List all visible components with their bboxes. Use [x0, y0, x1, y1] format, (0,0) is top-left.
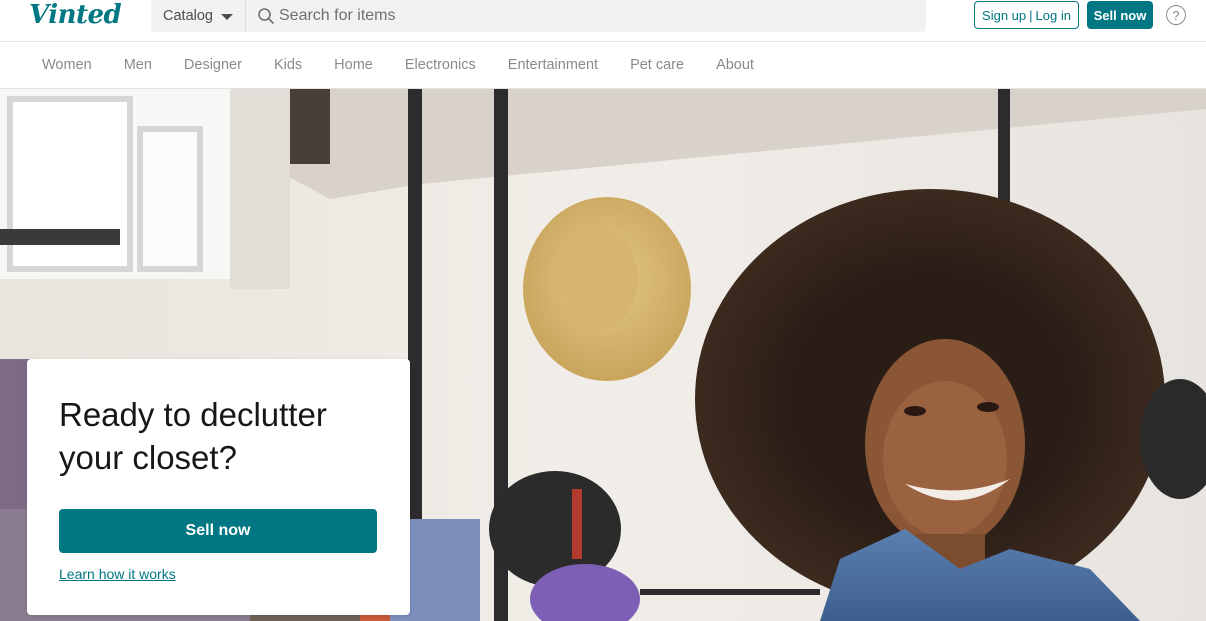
category-nav: Women Men Designer Kids Home Electronics… — [0, 42, 1206, 89]
category-men[interactable]: Men — [108, 57, 168, 73]
category-about[interactable]: About — [700, 57, 770, 73]
category-electronics[interactable]: Electronics — [389, 57, 492, 73]
category-women[interactable]: Women — [26, 57, 108, 73]
signup-label[interactable]: Sign up — [982, 8, 1026, 23]
vinted-logo[interactable]: Vinted — [29, 0, 122, 32]
learn-how-link[interactable]: Learn how it works — [59, 566, 176, 582]
caret-down-icon — [220, 14, 233, 20]
signup-login-button[interactable]: Sign up | Log in — [974, 1, 1079, 29]
category-pet-care[interactable]: Pet care — [614, 57, 700, 73]
search-bar: Catalog — [151, 0, 926, 32]
category-designer[interactable]: Designer — [168, 57, 258, 73]
auth-separator: | — [1029, 7, 1033, 23]
top-header: Vinted Catalog Sign up | Log in Sell now… — [0, 0, 1206, 42]
category-home[interactable]: Home — [318, 57, 389, 73]
category-entertainment[interactable]: Entertainment — [492, 57, 614, 73]
login-label[interactable]: Log in — [1036, 8, 1071, 23]
category-kids[interactable]: Kids — [258, 57, 318, 73]
hero-title: Ready to declutter your closet? — [59, 396, 327, 476]
help-icon[interactable]: ? — [1166, 5, 1186, 25]
sell-cta-card: Ready to declutter your closet? Sell now… — [27, 359, 410, 615]
catalog-label: Catalog — [163, 8, 213, 24]
catalog-dropdown[interactable]: Catalog — [151, 0, 246, 32]
sell-now-header-button[interactable]: Sell now — [1087, 1, 1153, 29]
search-input[interactable] — [279, 0, 909, 32]
sell-now-hero-button[interactable]: Sell now — [59, 509, 377, 553]
search-icon — [258, 8, 274, 24]
hero-banner: Ready to declutter your closet? Sell now… — [0, 89, 1206, 621]
